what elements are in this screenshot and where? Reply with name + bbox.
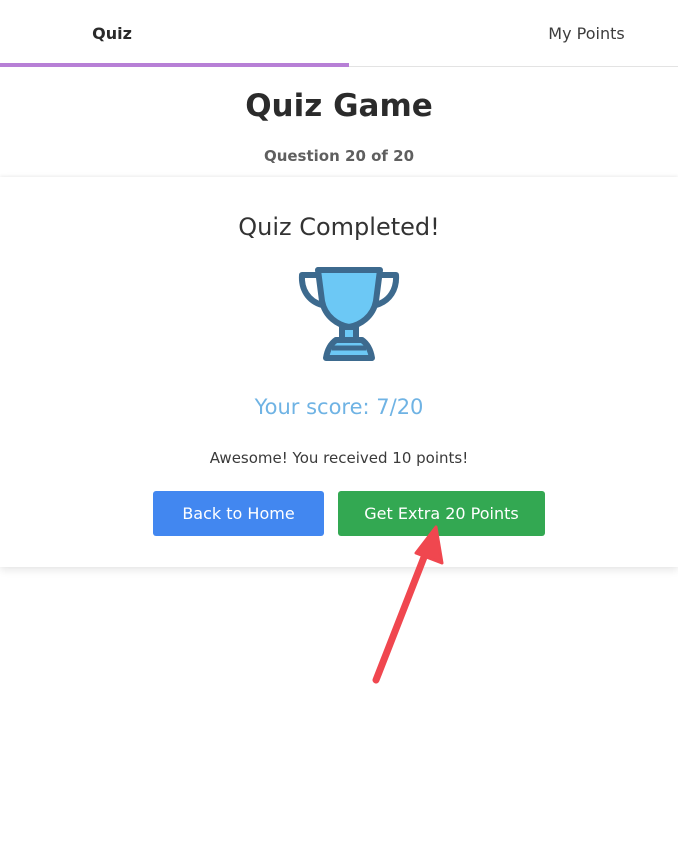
annotation-arrow-icon bbox=[372, 525, 444, 684]
tab-my-points[interactable]: My Points bbox=[495, 0, 678, 67]
question-counter: Question 20 of 20 bbox=[263, 147, 415, 165]
score-text: Your score: 7/20 bbox=[254, 395, 424, 419]
back-to-home-button[interactable]: Back to Home bbox=[153, 491, 324, 536]
active-tab-indicator bbox=[0, 63, 349, 67]
trophy-icon bbox=[298, 267, 400, 361]
points-message: Awesome! You received 10 points! bbox=[209, 449, 469, 467]
tab-quiz[interactable]: Quiz bbox=[0, 0, 224, 67]
result-card: Quiz Completed! Your score: 7/20 Awesome… bbox=[0, 177, 678, 567]
page-title: Quiz Game bbox=[245, 88, 433, 124]
result-title: Quiz Completed! bbox=[238, 213, 440, 241]
tab-bar: Quiz My Points bbox=[0, 0, 678, 67]
